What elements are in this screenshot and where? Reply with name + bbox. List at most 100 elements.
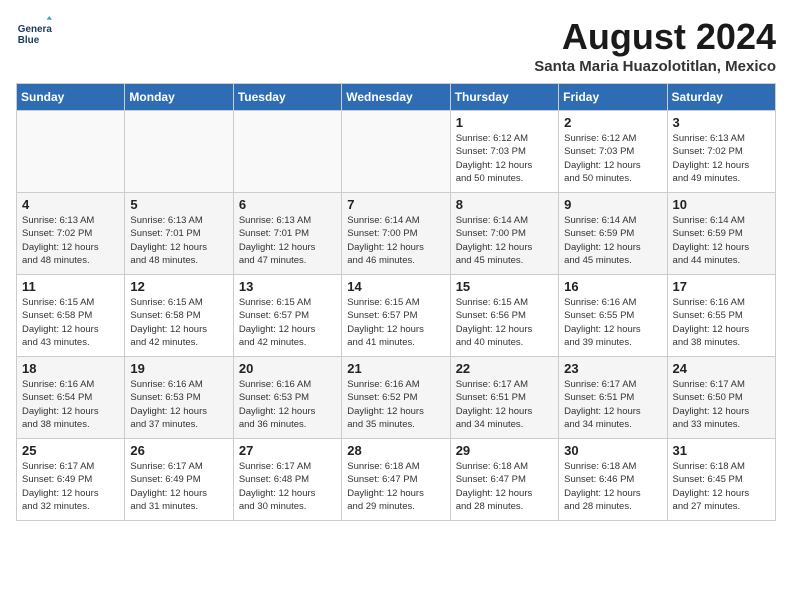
- day-info: Sunrise: 6:13 AM Sunset: 7:01 PM Dayligh…: [239, 214, 336, 267]
- calendar-cell: 31Sunrise: 6:18 AM Sunset: 6:45 PM Dayli…: [667, 439, 775, 521]
- day-number: 23: [564, 361, 661, 376]
- calendar-cell: [17, 111, 125, 193]
- weekday-header: Saturday: [667, 84, 775, 111]
- title-section: August 2024 Santa Maria Huazolotitlan, M…: [534, 16, 776, 75]
- day-info: Sunrise: 6:15 AM Sunset: 6:57 PM Dayligh…: [347, 296, 444, 349]
- day-number: 26: [130, 443, 227, 458]
- day-number: 19: [130, 361, 227, 376]
- day-info: Sunrise: 6:16 AM Sunset: 6:55 PM Dayligh…: [673, 296, 770, 349]
- day-number: 30: [564, 443, 661, 458]
- calendar-week-row: 25 Sunrise: 6:17 AM Sunset: 6:49 PM Dayli…: [17, 439, 776, 521]
- calendar-cell: 5 Sunrise: 6:13 AM Sunset: 7:01 PM Daylig…: [125, 193, 233, 275]
- day-info: Sunrise: 6:16 AM Sunset: 6:53 PM Dayligh…: [130, 378, 227, 431]
- day-number: 2: [564, 115, 661, 130]
- calendar-cell: [233, 111, 341, 193]
- day-info: Sunrise: 6:18 AM Sunset: 6:46 PM Dayligh…: [564, 460, 661, 513]
- calendar-cell: 11Sunrise: 6:15 AM Sunset: 6:58 PM Dayli…: [17, 275, 125, 357]
- day-info: Sunrise: 6:14 AM Sunset: 7:00 PM Dayligh…: [347, 214, 444, 267]
- calendar-cell: 20 Sunrise: 6:16 AM Sunset: 6:53 PM Dayli…: [233, 357, 341, 439]
- calendar-cell: 23 Sunrise: 6:17 AM Sunset: 6:51 PM Dayli…: [559, 357, 667, 439]
- day-info: Sunrise: 6:14 AM Sunset: 6:59 PM Dayligh…: [564, 214, 661, 267]
- day-number: 16: [564, 279, 661, 294]
- day-info: Sunrise: 6:12 AM Sunset: 7:03 PM Dayligh…: [456, 132, 553, 185]
- day-number: 28: [347, 443, 444, 458]
- day-info: Sunrise: 6:14 AM Sunset: 7:00 PM Dayligh…: [456, 214, 553, 267]
- calendar-table: SundayMondayTuesdayWednesdayThursdayFrid…: [16, 83, 776, 521]
- day-info: Sunrise: 6:18 AM Sunset: 6:47 PM Dayligh…: [347, 460, 444, 513]
- day-info: Sunrise: 6:15 AM Sunset: 6:58 PM Dayligh…: [130, 296, 227, 349]
- day-number: 24: [673, 361, 770, 376]
- calendar-cell: 16Sunrise: 6:16 AM Sunset: 6:55 PM Dayli…: [559, 275, 667, 357]
- calendar-cell: 12 Sunrise: 6:15 AM Sunset: 6:58 PM Dayli…: [125, 275, 233, 357]
- calendar-cell: 29 Sunrise: 6:18 AM Sunset: 6:47 PM Dayli…: [450, 439, 558, 521]
- calendar-cell: 7 Sunrise: 6:14 AM Sunset: 7:00 PM Daylig…: [342, 193, 450, 275]
- calendar-cell: 3 Sunrise: 6:13 AM Sunset: 7:02 PM Daylig…: [667, 111, 775, 193]
- calendar-cell: 9 Sunrise: 6:14 AM Sunset: 6:59 PM Daylig…: [559, 193, 667, 275]
- calendar-cell: 2Sunrise: 6:12 AM Sunset: 7:03 PM Daylig…: [559, 111, 667, 193]
- calendar-cell: 18 Sunrise: 6:16 AM Sunset: 6:54 PM Dayli…: [17, 357, 125, 439]
- day-info: Sunrise: 6:16 AM Sunset: 6:53 PM Dayligh…: [239, 378, 336, 431]
- calendar-cell: 19 Sunrise: 6:16 AM Sunset: 6:53 PM Dayli…: [125, 357, 233, 439]
- day-info: Sunrise: 6:17 AM Sunset: 6:49 PM Dayligh…: [130, 460, 227, 513]
- calendar-cell: 13Sunrise: 6:15 AM Sunset: 6:57 PM Dayli…: [233, 275, 341, 357]
- logo: General Blue General Blue: [16, 16, 52, 52]
- weekday-header: Tuesday: [233, 84, 341, 111]
- svg-text:Blue: Blue: [18, 35, 40, 46]
- month-title: August 2024: [534, 16, 776, 58]
- day-number: 5: [130, 197, 227, 212]
- day-info: Sunrise: 6:14 AM Sunset: 6:59 PM Dayligh…: [673, 214, 770, 267]
- calendar-cell: [125, 111, 233, 193]
- day-info: Sunrise: 6:17 AM Sunset: 6:48 PM Dayligh…: [239, 460, 336, 513]
- day-info: Sunrise: 6:18 AM Sunset: 6:45 PM Dayligh…: [673, 460, 770, 513]
- calendar-week-row: 4Sunrise: 6:13 AM Sunset: 7:02 PM Daylig…: [17, 193, 776, 275]
- calendar-cell: 28 Sunrise: 6:18 AM Sunset: 6:47 PM Dayli…: [342, 439, 450, 521]
- day-number: 15: [456, 279, 553, 294]
- day-number: 18: [22, 361, 119, 376]
- day-info: Sunrise: 6:13 AM Sunset: 7:02 PM Dayligh…: [22, 214, 119, 267]
- day-number: 10: [673, 197, 770, 212]
- calendar-cell: 30 Sunrise: 6:18 AM Sunset: 6:46 PM Dayli…: [559, 439, 667, 521]
- day-info: Sunrise: 6:15 AM Sunset: 6:56 PM Dayligh…: [456, 296, 553, 349]
- calendar-week-row: 11Sunrise: 6:15 AM Sunset: 6:58 PM Dayli…: [17, 275, 776, 357]
- day-number: 9: [564, 197, 661, 212]
- calendar-cell: 1 Sunrise: 6:12 AM Sunset: 7:03 PM Daylig…: [450, 111, 558, 193]
- day-info: Sunrise: 6:17 AM Sunset: 6:51 PM Dayligh…: [564, 378, 661, 431]
- calendar-cell: 26 Sunrise: 6:17 AM Sunset: 6:49 PM Dayli…: [125, 439, 233, 521]
- day-number: 21: [347, 361, 444, 376]
- weekday-header: Wednesday: [342, 84, 450, 111]
- weekday-header: Friday: [559, 84, 667, 111]
- day-number: 29: [456, 443, 553, 458]
- day-number: 22: [456, 361, 553, 376]
- day-number: 25: [22, 443, 119, 458]
- calendar-cell: 6Sunrise: 6:13 AM Sunset: 7:01 PM Daylig…: [233, 193, 341, 275]
- weekday-header-row: SundayMondayTuesdayWednesdayThursdayFrid…: [17, 84, 776, 111]
- calendar-cell: 17 Sunrise: 6:16 AM Sunset: 6:55 PM Dayli…: [667, 275, 775, 357]
- logo-icon: General Blue: [16, 16, 52, 52]
- day-info: Sunrise: 6:17 AM Sunset: 6:50 PM Dayligh…: [673, 378, 770, 431]
- svg-text:General: General: [18, 24, 52, 35]
- day-number: 12: [130, 279, 227, 294]
- weekday-header: Sunday: [17, 84, 125, 111]
- day-number: 13: [239, 279, 336, 294]
- calendar-cell: 15 Sunrise: 6:15 AM Sunset: 6:56 PM Dayli…: [450, 275, 558, 357]
- day-info: Sunrise: 6:16 AM Sunset: 6:52 PM Dayligh…: [347, 378, 444, 431]
- calendar-week-row: 18 Sunrise: 6:16 AM Sunset: 6:54 PM Dayli…: [17, 357, 776, 439]
- calendar-cell: 22Sunrise: 6:17 AM Sunset: 6:51 PM Dayli…: [450, 357, 558, 439]
- day-info: Sunrise: 6:13 AM Sunset: 7:01 PM Dayligh…: [130, 214, 227, 267]
- day-number: 17: [673, 279, 770, 294]
- calendar-cell: 27Sunrise: 6:17 AM Sunset: 6:48 PM Dayli…: [233, 439, 341, 521]
- weekday-header: Monday: [125, 84, 233, 111]
- calendar-cell: 10 Sunrise: 6:14 AM Sunset: 6:59 PM Dayli…: [667, 193, 775, 275]
- calendar-cell: 21 Sunrise: 6:16 AM Sunset: 6:52 PM Dayli…: [342, 357, 450, 439]
- day-info: Sunrise: 6:13 AM Sunset: 7:02 PM Dayligh…: [673, 132, 770, 185]
- day-number: 14: [347, 279, 444, 294]
- day-info: Sunrise: 6:16 AM Sunset: 6:54 PM Dayligh…: [22, 378, 119, 431]
- day-number: 3: [673, 115, 770, 130]
- day-number: 20: [239, 361, 336, 376]
- day-number: 7: [347, 197, 444, 212]
- day-info: Sunrise: 6:18 AM Sunset: 6:47 PM Dayligh…: [456, 460, 553, 513]
- calendar-cell: 24 Sunrise: 6:17 AM Sunset: 6:50 PM Dayli…: [667, 357, 775, 439]
- calendar-cell: 25Sunrise: 6:17 AM Sunset: 6:49 PM Dayli…: [17, 439, 125, 521]
- day-number: 1: [456, 115, 553, 130]
- calendar-cell: 4Sunrise: 6:13 AM Sunset: 7:02 PM Daylig…: [17, 193, 125, 275]
